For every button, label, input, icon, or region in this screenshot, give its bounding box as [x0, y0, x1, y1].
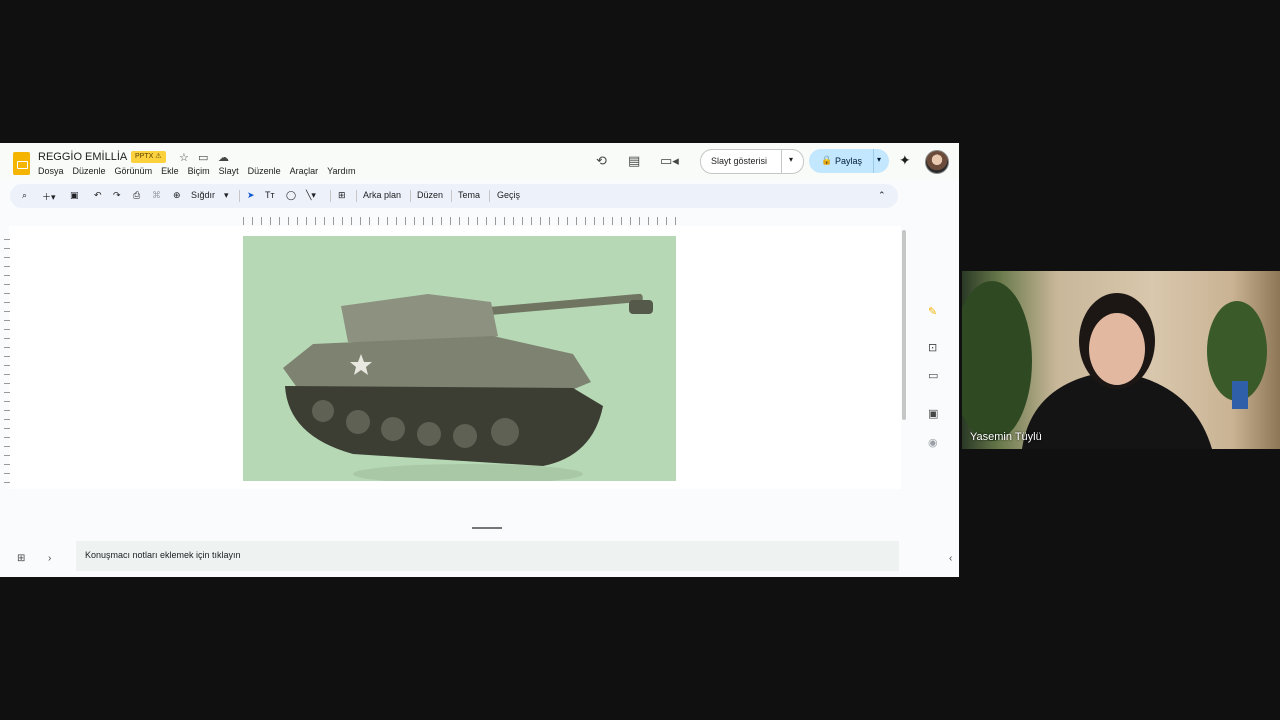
toolbar-divider — [451, 190, 452, 202]
tank-road-wheel — [453, 424, 477, 448]
folder-icon[interactable]: ▭ — [928, 369, 938, 382]
tasks-icon[interactable]: ⊡ — [928, 341, 937, 354]
menu-help[interactable]: Yardım — [327, 166, 355, 176]
slideshow-label: Slayt gösterisi — [711, 156, 768, 166]
search-icon[interactable]: ⌕ — [22, 190, 27, 201]
chevron-right-icon[interactable]: › — [48, 553, 51, 564]
document-title[interactable]: REGGİO EMİLLİA — [38, 151, 127, 163]
tank-shadow — [353, 464, 583, 484]
plant-left — [962, 281, 1032, 441]
select-tool-icon[interactable]: ➤ — [247, 190, 255, 201]
speaker-notes[interactable]: Konuşmacı notları eklemek için tıklayın — [76, 541, 899, 571]
tank-track — [285, 386, 603, 466]
vertical-ruler[interactable] — [4, 239, 10, 489]
undo-icon[interactable]: ↶ — [94, 190, 102, 201]
horizontal-ruler[interactable] — [243, 217, 676, 225]
background-button[interactable]: Arka plan — [363, 190, 401, 200]
text-box-icon[interactable]: Tт — [265, 190, 275, 200]
share-divider — [873, 149, 874, 173]
tank-road-wheel — [346, 410, 370, 434]
tank-road-wheel — [417, 422, 441, 446]
new-slide-icon[interactable]: ＋▾ — [42, 190, 56, 203]
shape-icon[interactable]: ◯ — [286, 190, 296, 201]
menu-file[interactable]: Dosya — [38, 166, 64, 176]
person-face — [1089, 313, 1145, 385]
grid-view-icon[interactable]: ⊞ — [17, 553, 25, 564]
tank-road-wheel — [491, 418, 519, 446]
toolbar-divider — [330, 190, 331, 202]
star-icon[interactable]: ☆ — [179, 151, 189, 164]
theme-button[interactable]: Tema — [458, 190, 480, 200]
slide[interactable] — [243, 236, 676, 484]
cloud-status-icon[interactable]: ☁ — [218, 151, 229, 164]
line-icon[interactable]: ╲▾ — [306, 190, 316, 201]
slideshow-divider — [781, 150, 782, 173]
tank-road-wheel — [312, 400, 334, 422]
participant-video: Yasemin Tüylü — [962, 271, 1280, 449]
participant-image — [962, 281, 1267, 449]
toolbar-divider — [239, 190, 240, 202]
print-icon[interactable]: ⎙ — [133, 190, 140, 201]
tank-road-wheel — [381, 417, 405, 441]
vertical-scrollbar[interactable] — [902, 230, 906, 420]
paint-format-icon[interactable]: ⌘ — [152, 190, 161, 201]
zoom-icon[interactable]: ⊕ — [173, 190, 181, 201]
title-bar: REGGİO EMİLLİA PPTX ⚠ ☆ ▭ ☁ Dosya Düzenl… — [0, 143, 959, 181]
move-folder-icon[interactable]: ▭ — [198, 151, 208, 164]
menu-edit[interactable]: Düzenle — [73, 166, 106, 176]
pptx-badge[interactable]: PPTX ⚠ — [131, 151, 166, 163]
menu-bar: Dosya Düzenle Görünüm Ekle Biçim Slayt D… — [38, 166, 356, 176]
comments-icon[interactable]: ▤ — [628, 153, 640, 169]
toolbar-divider — [489, 190, 490, 202]
participant-name: Yasemin Tüylü — [970, 431, 1042, 443]
menu-insert[interactable]: Ekle — [161, 166, 179, 176]
menu-arrange[interactable]: Düzenle — [248, 166, 281, 176]
slides-logo-icon[interactable] — [13, 152, 30, 175]
chevron-down-icon[interactable]: ▾ — [789, 155, 793, 164]
chevron-down-icon[interactable]: ▾ — [224, 190, 229, 201]
share-button[interactable]: 🔒 Paylaş ▾ — [809, 149, 889, 173]
chevron-left-icon[interactable]: ‹ — [949, 553, 952, 564]
share-label: Paylaş — [835, 156, 863, 166]
zoom-select[interactable]: Sığdır — [191, 190, 215, 200]
slideshow-button[interactable]: Slayt gösterisi ▾ — [700, 149, 804, 174]
plant-pot — [1232, 381, 1248, 409]
tank-image[interactable] — [243, 236, 676, 484]
collapse-toolbar-icon[interactable]: ⌃ — [878, 190, 886, 201]
chevron-down-icon[interactable]: ▾ — [877, 155, 881, 164]
layout-button[interactable]: Düzen — [417, 190, 443, 200]
menu-slide[interactable]: Slayt — [219, 166, 239, 176]
lock-icon: 🔒 — [821, 155, 833, 165]
toolbar-divider — [356, 190, 357, 202]
menu-view[interactable]: Görünüm — [115, 166, 153, 176]
notes-resize-handle[interactable] — [472, 527, 502, 529]
redo-icon[interactable]: ↷ — [113, 190, 121, 201]
toolbar-divider — [410, 190, 411, 202]
avatar[interactable] — [925, 150, 949, 174]
slides-app-window: REGGİO EMİLLİA PPTX ⚠ ☆ ▭ ☁ Dosya Düzenl… — [0, 143, 959, 577]
comment-add-icon[interactable]: ⊞ — [338, 190, 346, 201]
meet-camera-icon[interactable]: ▭◂ — [660, 153, 679, 169]
menu-format[interactable]: Biçim — [188, 166, 210, 176]
version-history-icon[interactable]: ⟲ — [596, 153, 607, 169]
menu-tools[interactable]: Araçlar — [290, 166, 319, 176]
tank-muzzle-brake — [629, 300, 653, 314]
slide-layout-icon[interactable]: ▣ — [70, 190, 79, 201]
gemini-icon[interactable]: ✦ — [899, 152, 911, 169]
maps-icon[interactable]: ◉ — [928, 436, 938, 449]
slides-panel-icon[interactable]: ▣ — [928, 407, 938, 420]
main-toolbar: ⌕ ＋▾ ▣ ↶ ↷ ⎙ ⌘ ⊕ Sığdır ▾ ➤ Tт ◯ ╲▾ ⊞ Ar… — [10, 184, 898, 208]
transition-button[interactable]: Geçiş — [497, 190, 520, 200]
keep-icon[interactable]: ✎ — [928, 305, 937, 318]
tank-gun-barrel — [478, 293, 643, 316]
speaker-notes-placeholder: Konuşmacı notları eklemek için tıklayın — [85, 550, 241, 560]
